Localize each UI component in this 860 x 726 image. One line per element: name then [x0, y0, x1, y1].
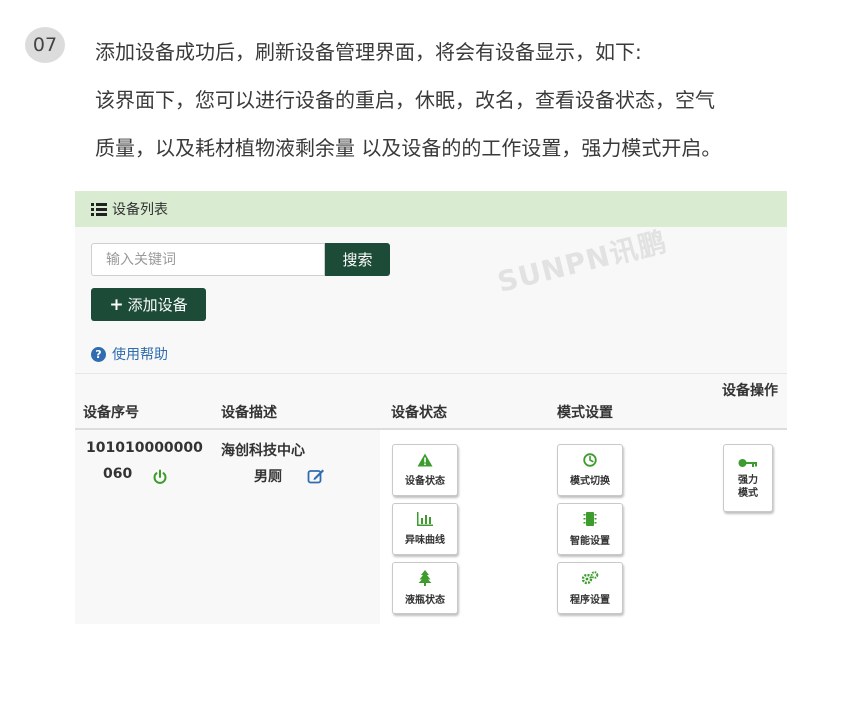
help-link[interactable]: ? 使用帮助: [91, 344, 168, 364]
column-header-operation: 设备操作: [722, 383, 778, 399]
add-device-label: 添加设备: [127, 296, 188, 314]
search-input[interactable]: [91, 243, 325, 276]
device-description: 海创科技中心: [221, 443, 305, 459]
device-serial: 101010000000: [86, 440, 203, 456]
column-header-description: 设备描述: [221, 405, 277, 421]
help-link-label: 使用帮助: [112, 347, 168, 363]
list-icon: [91, 202, 107, 216]
smart-settings-label: 智能设置: [570, 536, 610, 547]
panel-title: 设备列表: [112, 202, 168, 218]
mode-switch-button[interactable]: 模式切换: [557, 444, 623, 496]
table-top-divider: [75, 373, 787, 374]
bar-chart-icon: [417, 512, 433, 526]
add-device-button[interactable]: + 添加设备: [91, 288, 206, 321]
program-settings-button[interactable]: 程序设置: [557, 562, 623, 614]
odor-curve-label: 异味曲线: [405, 535, 445, 546]
instruction-line: 质量，以及耗材植物液剩余量 以及设备的的工作设置，强力模式开启。: [95, 136, 722, 160]
edit-icon[interactable]: [307, 468, 325, 484]
plus-icon: +: [109, 294, 124, 315]
program-settings-label: 程序设置: [570, 594, 610, 606]
power-mode-button[interactable]: 强力模式: [723, 444, 773, 512]
column-header-serial: 设备序号: [83, 405, 139, 421]
chip-icon: [583, 512, 597, 526]
device-status-button[interactable]: 设备状态: [392, 444, 458, 496]
smart-settings-button[interactable]: 智能设置: [557, 503, 623, 555]
step-number: 07: [25, 27, 65, 63]
device-status-label: 设备状态: [405, 476, 445, 487]
column-header-mode: 模式设置: [557, 405, 613, 421]
power-icon[interactable]: [152, 469, 168, 485]
device-list-panel: 设备列表 搜索 + 添加设备 ? 使用帮助 设备序号 设备描述 设备状态 模式设…: [75, 191, 787, 624]
instruction-line: 添加设备成功后，刷新设备管理界面，将会有设备显示，如下:: [95, 40, 642, 64]
column-header-status: 设备状态: [391, 405, 447, 421]
tree-icon: [418, 570, 432, 586]
key-icon: [738, 458, 757, 467]
panel-header: 设备列表: [75, 191, 787, 227]
instruction-line: 该界面下，您可以进行设备的重启，休眠，改名，查看设备状态，空气: [95, 88, 715, 112]
device-location: 男厕: [254, 469, 282, 485]
instruction-text: 添加设备成功后，刷新设备管理界面，将会有设备显示，如下: 该界面下，您可以进行设…: [95, 28, 835, 172]
search-button[interactable]: 搜索: [325, 243, 390, 276]
odor-curve-button[interactable]: 异味曲线: [392, 503, 458, 555]
mode-switch-label: 模式切换: [570, 476, 610, 487]
warning-icon: [417, 453, 433, 467]
question-circle-icon: ?: [91, 346, 106, 362]
gears-icon: [581, 570, 599, 584]
bottle-status-button[interactable]: 液瓶状态: [392, 562, 458, 614]
bottle-status-label: 液瓶状态: [405, 595, 445, 606]
power-mode-label: 强力模式: [738, 474, 758, 499]
clock-icon: [583, 453, 597, 467]
device-serial-suffix: 060: [103, 466, 133, 482]
